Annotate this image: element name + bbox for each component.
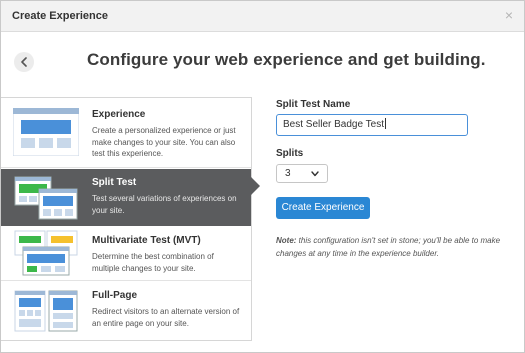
configuration-note: Note: this configuration isn't set in st… bbox=[276, 234, 516, 260]
option-experience-desc: Create a personalized experience or just… bbox=[92, 126, 236, 158]
option-full-page[interactable]: Full-Page Redirect visitors to an altern… bbox=[1, 282, 251, 340]
dialog-titlebar: Create Experience × bbox=[1, 1, 524, 32]
option-experience-name: Experience bbox=[92, 109, 146, 120]
option-mvt-name: Multivariate Test (MVT) bbox=[92, 235, 201, 246]
experience-thumbnail-icon bbox=[13, 108, 79, 156]
split-test-thumbnail-icon bbox=[14, 176, 78, 220]
option-split-test-desc: Test several variations of experiences o… bbox=[92, 194, 237, 215]
note-prefix: Note: bbox=[276, 236, 297, 245]
chevron-down-icon bbox=[311, 171, 319, 177]
split-test-name-label: Split Test Name bbox=[276, 99, 351, 110]
split-test-name-input[interactable]: Best Seller Badge Test bbox=[276, 114, 468, 136]
create-experience-dialog: Create Experience × Configure your web e… bbox=[0, 0, 525, 353]
splits-label: Splits bbox=[276, 148, 304, 159]
page-heading: Configure your web experience and get bu… bbox=[87, 50, 486, 69]
option-split-test-name: Split Test bbox=[92, 177, 137, 188]
back-button[interactable] bbox=[14, 52, 34, 72]
splits-select[interactable]: 3 bbox=[276, 164, 328, 183]
option-split-test[interactable]: Split Test Test several variations of ex… bbox=[1, 169, 260, 226]
mvt-thumbnail-icon bbox=[14, 230, 78, 276]
splits-value: 3 bbox=[285, 168, 291, 179]
create-experience-button[interactable]: Create Experience bbox=[276, 197, 370, 219]
text-caret bbox=[385, 118, 386, 129]
full-page-thumbnail-icon bbox=[14, 290, 78, 332]
option-mvt[interactable]: Multivariate Test (MVT) Determine the be… bbox=[1, 226, 251, 281]
option-full-page-desc: Redirect visitors to an alternate versio… bbox=[92, 307, 240, 328]
chevron-left-icon bbox=[21, 57, 27, 67]
split-test-name-value: Best Seller Badge Test bbox=[283, 119, 384, 130]
option-full-page-name: Full-Page bbox=[92, 290, 138, 301]
experience-type-list: Experience Create a personalized experie… bbox=[1, 97, 260, 341]
option-mvt-desc: Determine the best combination of multip… bbox=[92, 252, 214, 273]
selection-pointer bbox=[251, 177, 260, 195]
option-experience[interactable]: Experience Create a personalized experie… bbox=[1, 98, 251, 168]
close-icon[interactable]: × bbox=[502, 8, 516, 22]
dialog-title: Create Experience bbox=[12, 10, 108, 22]
note-text: this configuration isn't set in stone; y… bbox=[276, 236, 501, 258]
